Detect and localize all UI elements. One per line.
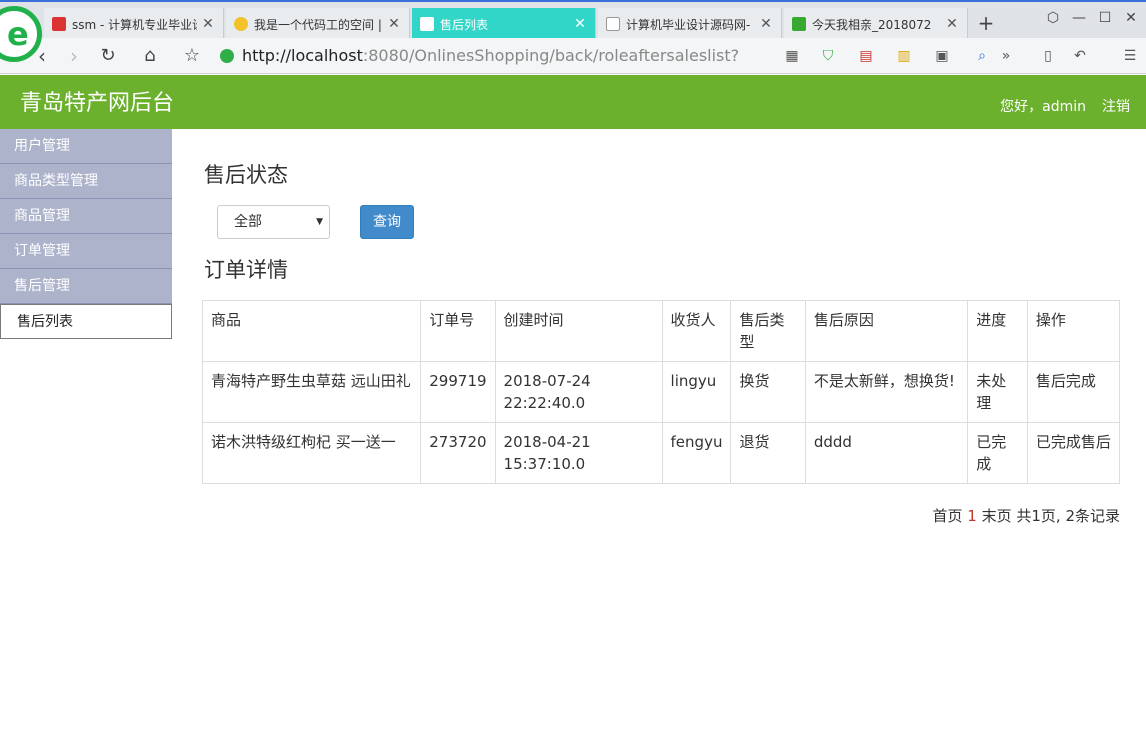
column-header: 售后原因 [804,300,969,362]
user-greeting: 您好，admin [1000,99,1086,115]
cell-order-no: 273720 [420,422,496,484]
secure-icon [220,49,234,63]
browser-tab-3[interactable]: 售后列表 ✕ [412,8,596,40]
magnifier-icon[interactable]: ⌕ [972,46,992,66]
minimize-icon[interactable]: — [1068,10,1090,26]
menu-icon[interactable]: ☰ [1120,46,1140,66]
browser-tab-bar: ssm - 计算机专业毕业设 ✕ 我是一个代码工的空间 | ✕ 售后列表 ✕ 计… [0,0,1146,40]
pagination: 首页 1 末页 共1页, 2条记录 [932,505,1120,526]
cell-receiver: lingyu [661,361,732,423]
pager-summary: 共1页, 2条记录 [1016,507,1120,525]
aftersales-table: 商品 订单号 创建时间 收货人 售后类型 售后原因 进度 操作 青海特产野生虫草… [201,300,1121,484]
browser-tab-5[interactable]: 今天我相亲_2018072 ✕ [784,8,968,40]
pager-last-link[interactable]: 末页 [982,507,1012,525]
close-icon[interactable]: ✕ [387,16,401,32]
more-icon[interactable]: » [996,46,1016,66]
picture-icon[interactable]: ▣ [932,46,952,66]
grid-icon[interactable]: ▦ [782,46,802,66]
column-header: 进度 [967,300,1028,362]
chevron-down-icon: ▼ [316,217,323,227]
close-icon[interactable]: ✕ [201,16,215,32]
sidebar-item-orders[interactable]: 订单管理 [0,234,172,269]
order-heading: 订单详情 [204,258,288,282]
cell-type: 退货 [730,422,806,484]
cell-created: 2018-04-21 15:37:10.0 [494,422,663,484]
browser-tab-2[interactable]: 我是一个代码工的空间 | ✕ [226,8,410,40]
close-icon[interactable]: ✕ [573,16,587,32]
sidebar: 用户管理 商品类型管理 商品管理 订单管理 售后管理 售后列表 [0,129,172,339]
cell-progress: 已完成 [967,422,1028,484]
extension-icons: ▦ ⛉ ▤ ▥ ▣ ⌕ » ▯ ↶ ☰ [752,44,1142,68]
app-title: 青岛特产网后台 [20,91,175,116]
home-icon[interactable]: ⌂ [138,44,162,68]
page-icon [606,17,620,31]
reader-icon[interactable]: ▯ [1038,46,1058,66]
undo-icon[interactable]: ↶ [1070,46,1090,66]
browser-toolbar: ‹ › ↻ ⌂ ☆ http://localhost:8080/OnlinesS… [0,38,1146,74]
cell-receiver: fengyu [661,422,732,484]
sidebar-item-aftersales[interactable]: 售后管理 [0,269,172,304]
table-row: 诺木洪特级红枸杞 买一送一 273720 2018-04-21 15:37:10… [201,422,1121,484]
cell-product: 诺木洪特级红枸杞 买一送一 [201,422,422,484]
column-header: 创建时间 [494,300,663,362]
cell-reason: 不是太新鲜，想换货! [804,361,969,423]
browser-tab-1[interactable]: ssm - 计算机专业毕业设 ✕ [44,8,224,40]
cell-action-link[interactable]: 售后完成 [1026,361,1121,423]
table-header-row: 商品 订单号 创建时间 收货人 售后类型 售后原因 进度 操作 [201,300,1121,362]
cell-created: 2018-07-24 22:22:40.0 [494,361,663,423]
forward-icon[interactable]: › [62,44,86,68]
sidebar-item-users[interactable]: 用户管理 [0,129,172,164]
reload-icon[interactable]: ↻ [96,44,120,68]
logout-link[interactable]: 注销 [1102,96,1130,116]
column-header: 订单号 [420,300,496,362]
address-bar[interactable]: http://localhost:8080/OnlinesShopping/ba… [220,43,750,69]
status-select[interactable]: 全部 ▼ [217,205,330,239]
status-heading: 售后状态 [204,163,288,187]
skin-icon[interactable]: ⬡ [1042,10,1064,26]
sidebar-item-product-types[interactable]: 商品类型管理 [0,164,172,199]
cell-progress: 未处理 [967,361,1028,423]
app-header: 青岛特产网后台 您好，admin 注销 [0,75,1146,129]
cell-action-link[interactable]: 已完成售后 [1026,422,1121,484]
cell-order-no: 299719 [420,361,496,423]
pager-first-link[interactable]: 首页 [932,507,962,525]
column-header: 收货人 [661,300,732,362]
translate-icon[interactable]: ▤ [856,46,876,66]
column-header: 商品 [201,300,422,362]
table-row: 青海特产野生虫草菇 远山田礼 299719 2018-07-24 22:22:4… [201,361,1121,423]
red-flag-icon [52,17,66,31]
status-select-value: 全部 [234,214,262,230]
pager-current-page[interactable]: 1 [967,507,977,525]
column-header: 售后类型 [730,300,806,362]
star-icon [234,17,248,31]
query-button[interactable]: 查询 [360,205,414,239]
close-icon[interactable]: ✕ [945,16,959,32]
new-tab-button[interactable]: + [974,12,998,36]
bookmark-star-icon[interactable]: ☆ [180,44,204,68]
cell-type: 换货 [730,361,806,423]
browser-tab-4[interactable]: 计算机毕业设计源码网- ✕ [598,8,782,40]
green-icon [792,17,806,31]
cell-reason: dddd [804,422,969,484]
sidebar-subitem-aftersales-list[interactable]: 售后列表 [0,304,172,339]
maximize-icon[interactable]: ☐ [1094,10,1116,26]
close-window-icon[interactable]: ✕ [1120,10,1142,26]
cell-product: 青海特产野生虫草菇 远山田礼 [201,361,422,423]
clipboard-icon[interactable]: ▥ [894,46,914,66]
page-icon [420,17,434,31]
sidebar-item-products[interactable]: 商品管理 [0,199,172,234]
shield-icon[interactable]: ⛉ [818,46,838,66]
close-icon[interactable]: ✕ [759,16,773,32]
column-header: 操作 [1026,300,1121,362]
